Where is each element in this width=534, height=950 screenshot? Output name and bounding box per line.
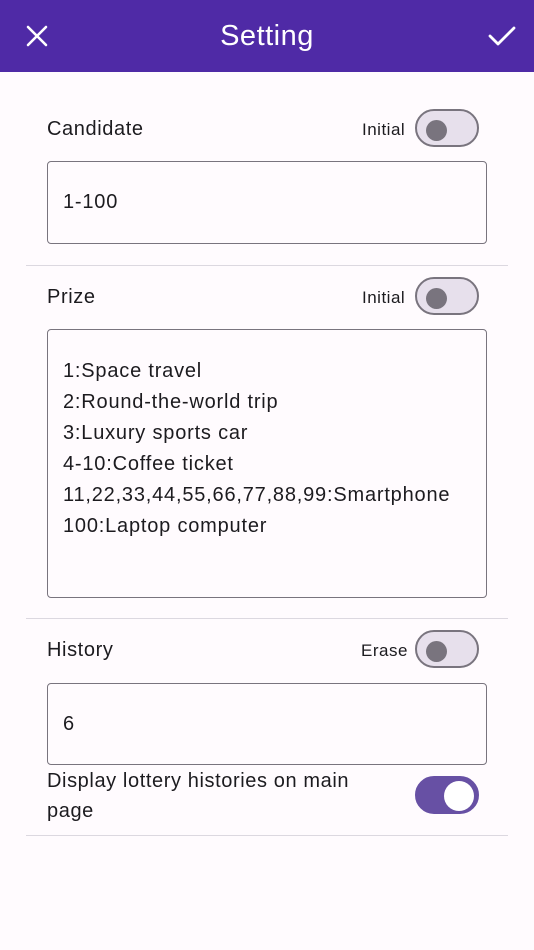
- switch-knob: [426, 119, 447, 141]
- prize-textarea[interactable]: 1:Space travel 2:Round-the-world trip 3:…: [47, 329, 487, 598]
- candidate-label: Candidate: [47, 118, 144, 140]
- history-section: History Erase 6 Display lottery historie…: [26, 619, 508, 835]
- prize-section: Prize Initial 1:Space travel 2:Round-the…: [26, 266, 508, 618]
- candidate-input[interactable]: 1-100: [47, 161, 487, 244]
- history-erase-label: Erase: [361, 641, 408, 660]
- check-icon: [488, 26, 516, 46]
- save-button[interactable]: [482, 16, 522, 56]
- display-histories-switch[interactable]: [415, 776, 479, 814]
- prize-initial-label: Initial: [362, 288, 406, 307]
- app-bar: Setting: [0, 0, 534, 72]
- switch-knob: [444, 780, 474, 811]
- history-erase-switch[interactable]: [415, 630, 479, 668]
- display-histories-label: Display lottery histories on main page: [47, 770, 350, 822]
- switch-knob: [426, 287, 447, 309]
- history-label: History: [47, 639, 114, 661]
- history-count-input[interactable]: 6: [47, 683, 487, 765]
- page-title: Setting: [220, 20, 314, 52]
- candidate-initial-label: Initial: [362, 120, 406, 139]
- switch-knob: [426, 640, 447, 662]
- prize-label: Prize: [47, 286, 96, 308]
- candidate-section: Candidate Initial 1-100: [26, 72, 508, 265]
- candidate-initial-switch[interactable]: [415, 109, 479, 147]
- divider: [26, 835, 508, 836]
- prize-initial-switch[interactable]: [415, 277, 479, 315]
